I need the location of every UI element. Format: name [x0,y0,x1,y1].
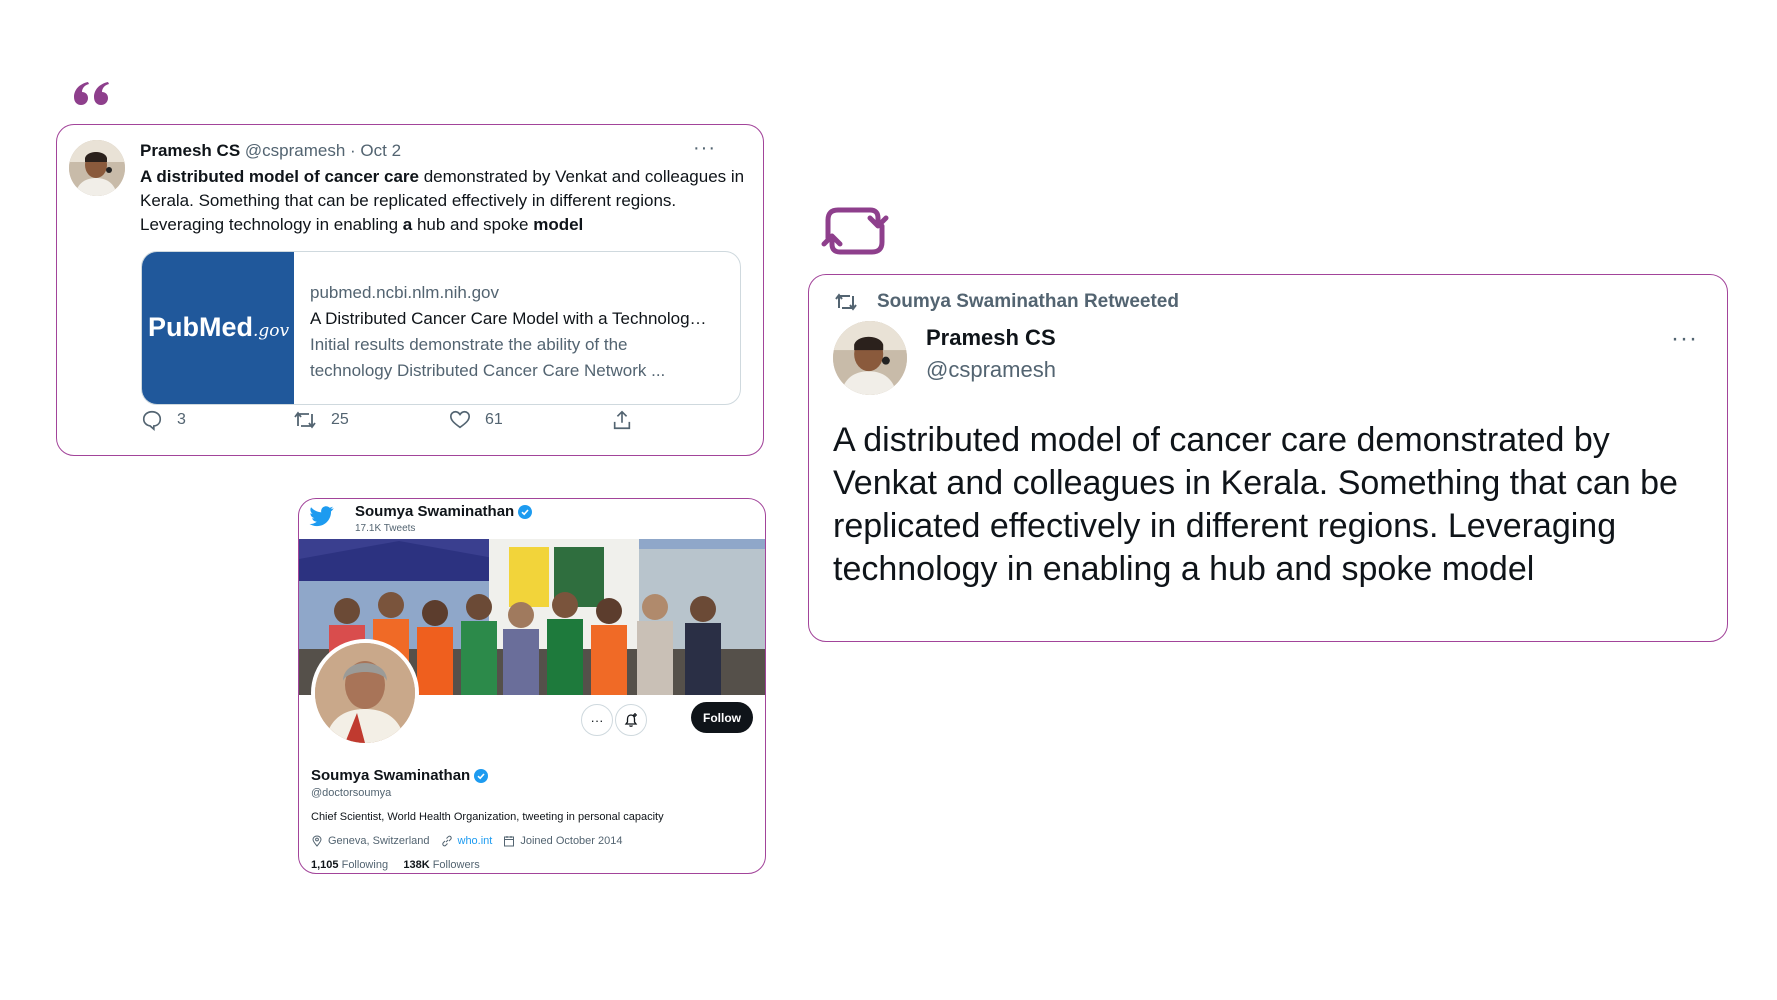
share-action[interactable] [611,409,633,431]
retweeted-by-label[interactable]: Soumya Swaminathan Retweeted [877,291,1179,313]
profile-meta: Geneva, Switzerland who.int Joined Octob… [311,835,623,847]
more-options-button[interactable]: ··· [581,704,613,736]
link-preview-card[interactable]: PubMed.gov pubmed.ncbi.nlm.nih.gov A Dis… [141,251,741,405]
profile-header-name: Soumya Swaminathan [355,503,533,520]
tweet-text-part: hub and spoke [412,215,534,234]
reply-count: 3 [177,411,186,428]
followers-link[interactable]: 138K Followers [403,859,479,871]
link-description: technology Distributed Cancer Care Netwo… [310,361,666,380]
like-count: 61 [485,411,503,428]
profile-name: Soumya Swaminathan [311,767,489,784]
profile-website[interactable]: who.int [458,835,493,847]
profile-bio: Chief Scientist, World Health Organizati… [311,811,664,823]
follow-button[interactable]: Follow [691,702,753,733]
location-icon [312,835,322,847]
bell-plus-icon [624,713,638,727]
retweet-card[interactable]: Soumya Swaminathan Retweeted Pramesh CS … [808,274,1728,642]
tweet-text-bold: a [402,215,413,234]
reply-icon [142,410,162,431]
author-name[interactable]: Pramesh CS [140,141,240,160]
more-options-icon[interactable]: ··· [1671,325,1698,353]
tweet-date[interactable]: · Oct 2 [350,141,401,160]
verified-icon [518,504,533,519]
twitter-bird-icon [307,505,335,534]
quote-icon [73,80,109,111]
tweet-text-bold: A distributed model of cancer care [140,167,419,186]
author-name[interactable]: Pramesh CS [926,325,1056,351]
retweet-count: 25 [331,411,349,428]
notifications-button[interactable] [615,704,647,736]
retweet-small-icon [835,293,857,311]
more-options-icon[interactable]: ··· [693,137,716,160]
pubmed-logo: PubMed.gov [148,312,290,342]
tweet-count: 17.1K Tweets [355,523,416,534]
tweet-text: A distributed model of cancer care demon… [833,421,1678,588]
link-domain: pubmed.ncbi.nlm.nih.gov [310,283,500,302]
like-action[interactable]: 61 [449,409,503,431]
link-icon [441,835,452,847]
like-icon [450,410,470,429]
retweet-action[interactable]: 25 [293,409,349,431]
tweet-text-bold: model [533,215,584,234]
link-description: Initial results demonstrate the ability … [310,335,628,354]
pubmed-thumbnail: PubMed.gov [142,252,294,404]
following-link[interactable]: 1,105 Following [311,859,388,871]
retweeted-by: Soumya Swaminathan Retweeted [833,291,1179,313]
link-preview-text: pubmed.ncbi.nlm.nih.gov A Distributed Ca… [310,280,730,384]
profile-location: Geneva, Switzerland [328,835,430,847]
share-icon [613,410,631,430]
avatar[interactable] [833,321,907,395]
profile-avatar[interactable] [311,639,419,747]
profile-joined: Joined October 2014 [520,835,623,847]
reply-action[interactable]: 3 [141,409,186,431]
profile-stats: 1,105 Following 138K Followers [311,859,480,871]
author-handle[interactable]: @cspramesh [245,141,345,160]
profile-handle: @doctorsoumya [311,787,392,799]
retweet-icon [294,411,316,429]
calendar-icon [504,836,515,847]
link-title: A Distributed Cancer Care Model with a T… [310,309,707,328]
tweet-text: A distributed model of cancer care demon… [140,165,750,237]
quoted-tweet-card[interactable]: Pramesh CS @cspramesh · Oct 2 ··· A dist… [56,124,764,456]
retweet-icon [820,204,890,263]
profile-card: Soumya Swaminathan 17.1K Tweets ··· Foll… [298,498,766,874]
author-handle[interactable]: @cspramesh [926,357,1056,383]
verified-icon [474,768,489,783]
tweet-header: Pramesh CS @cspramesh · Oct 2 [140,141,401,161]
avatar[interactable] [69,140,125,196]
